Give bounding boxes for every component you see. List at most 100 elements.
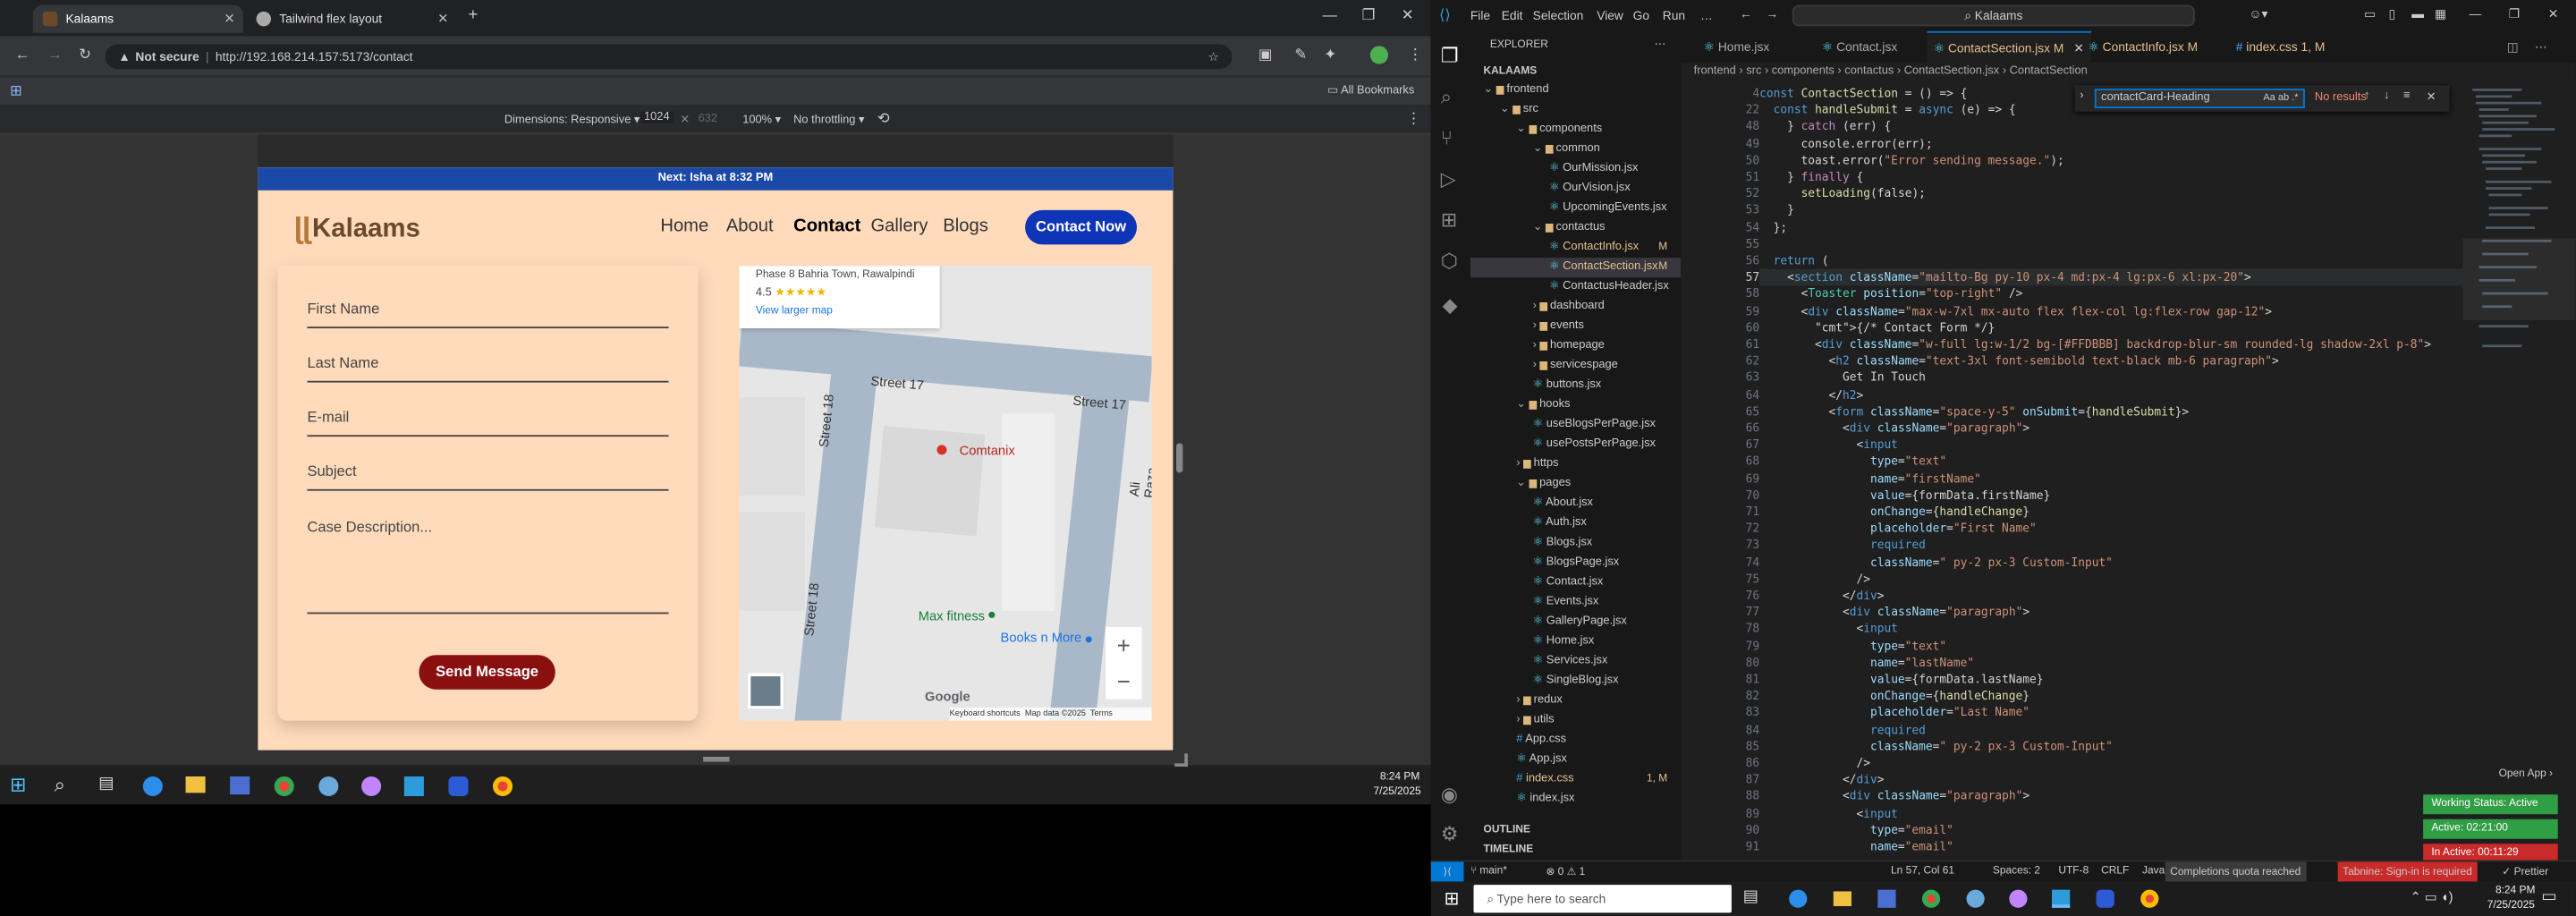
completions-quota[interactable]: Completions quota reached (2165, 861, 2306, 884)
run-debug-icon[interactable]: ▷ (1441, 167, 1456, 191)
layout-icon[interactable]: ▭ (2364, 6, 2376, 21)
cursor-position[interactable]: Ln 57, Col 61 (1891, 865, 1954, 877)
github-icon[interactable] (2009, 889, 2028, 908)
tab-index-css[interactable]: # index.css 1, M (2229, 31, 2331, 63)
account-icon[interactable]: ◉ (1441, 783, 1458, 806)
extensions-icon[interactable]: ⊞ (1441, 208, 1457, 232)
embedded-map[interactable]: Phase 8 Bahria Town, Rawalpindi 4.5 ★★★★… (739, 266, 1152, 721)
tree-item[interactable]: ⚛ About.jsx (1470, 494, 1681, 513)
tree-item[interactable]: ⚛ Events.jsx (1470, 592, 1681, 612)
problems-count[interactable]: ⊗ 0 ⚠ 1 (1546, 865, 1585, 878)
menu-view[interactable]: View (1597, 8, 1623, 23)
nav-home[interactable]: Home (660, 216, 708, 236)
explorer-icon[interactable]: ❐ (1441, 45, 1459, 68)
zoom-app-icon[interactable] (448, 776, 469, 797)
close-tab-icon[interactable]: ✕ (224, 12, 234, 27)
explorer-more-icon[interactable]: ⋯ (1655, 38, 1666, 51)
toggle-sidebar-icon[interactable]: ▯ (2389, 6, 2396, 21)
tree-item[interactable]: › ▆ homepage (1470, 336, 1681, 356)
tree-item[interactable]: ⚛ Home.jsx (1470, 632, 1681, 652)
new-tab-icon[interactable]: + (468, 6, 478, 24)
task-view-icon[interactable]: ▤ (98, 775, 114, 793)
zoom-in-button[interactable]: + (1106, 627, 1142, 664)
tree-item[interactable]: ⚛ usePostsPerPage.jsx (1470, 435, 1681, 454)
tree-item[interactable]: ⚛ Auth.jsx (1470, 513, 1681, 533)
tree-item[interactable]: ⚛ ContactSection.jsx M (1470, 258, 1681, 278)
notifications-icon[interactable]: ▭ (2541, 888, 2556, 906)
terms-link[interactable]: Terms (1090, 709, 1113, 719)
system-tray-icons[interactable]: ⌃ ▭ ◖) (2410, 890, 2453, 905)
nav-blogs[interactable]: Blogs (943, 216, 988, 236)
app-icon[interactable] (1966, 889, 1985, 908)
swap-icon[interactable]: ✕ (680, 114, 690, 126)
view-larger-map-link[interactable]: View larger map (756, 305, 923, 317)
last-name-field[interactable]: Last Name (307, 354, 669, 383)
tree-item[interactable]: ⚛ App.jsx (1470, 751, 1681, 770)
find-input[interactable]: contactCard-Heading Aa ab .* (2094, 89, 2305, 109)
edge-icon[interactable] (1789, 889, 1808, 908)
gear-icon[interactable]: ⚙ (1441, 822, 1459, 845)
tree-item[interactable]: ⚛ Blogs.jsx (1470, 533, 1681, 553)
all-bookmarks-link[interactable]: ▭ All Bookmarks (1327, 84, 1414, 97)
tree-item[interactable]: ⌄ ▆ contactus (1470, 218, 1681, 238)
devtools-menu-icon[interactable]: ⋮ (1406, 110, 1421, 128)
file-explorer-icon[interactable] (185, 776, 206, 793)
git-branch[interactable]: ⑂ main* (1470, 865, 1507, 877)
toggle-panel-icon[interactable]: ▬ (2411, 6, 2424, 21)
back-icon[interactable]: ← (15, 46, 30, 62)
tabnine-status[interactable]: Tabnine: Sign-in is required (2337, 861, 2478, 884)
tree-item[interactable]: › ▆ redux (1470, 691, 1681, 711)
prettier-status[interactable]: ✓ Prettier (2502, 865, 2548, 878)
encoding[interactable]: UTF-8 (2058, 865, 2089, 877)
zoom-select[interactable]: 100% ▾ (742, 114, 781, 126)
tree-item[interactable]: ⌄ ▆ components (1470, 120, 1681, 140)
resize-corner-handle[interactable] (1174, 753, 1188, 767)
email-field[interactable]: E-mail (307, 409, 669, 437)
vscode-icon[interactable] (403, 776, 424, 797)
tree-item[interactable]: ⌄ ▆ pages (1470, 474, 1681, 494)
apps-grid-icon[interactable]: ⊞ (10, 82, 22, 100)
satellite-toggle[interactable] (747, 673, 784, 709)
tree-item[interactable]: ⚛ OurMission.jsx (1470, 159, 1681, 179)
forward-icon[interactable]: → (47, 46, 63, 62)
tree-item[interactable]: › ▆ utils (1470, 711, 1681, 731)
tree-item[interactable]: ⚛ buttons.jsx (1470, 376, 1681, 395)
tree-item[interactable]: ⌄ ▆ hooks (1470, 395, 1681, 415)
breadcrumb[interactable]: frontend › src › components › contactus … (1681, 63, 2576, 82)
tree-item[interactable]: › ▆ https (1470, 454, 1681, 474)
height-input[interactable]: 632 (699, 114, 717, 125)
map-pin-icon[interactable]: ● (935, 435, 949, 461)
dimensions-select[interactable]: Dimensions: Responsive ▾ (504, 114, 640, 126)
tree-item[interactable]: ⚛ BlogsPage.jsx (1470, 553, 1681, 572)
keyboard-shortcuts-link[interactable]: Keyboard shortcuts (950, 709, 1021, 719)
menu-selection[interactable]: Selection (1533, 8, 1584, 23)
tree-item[interactable]: ⌄ ▆ common (1470, 140, 1681, 159)
tree-item[interactable]: › ▆ events (1470, 317, 1681, 336)
tree-item[interactable]: ⚛ ContactusHeader.jsx (1470, 277, 1681, 297)
profile-avatar[interactable] (1369, 46, 1389, 64)
tree-item[interactable]: ⚛ Services.jsx (1470, 652, 1681, 672)
edge-icon[interactable] (142, 776, 163, 797)
tab-contactsection-jsx[interactable]: ⚛ ContactSection.jsx M ✕ (1927, 30, 2091, 63)
throttle-select[interactable]: No throttling ▾ (793, 114, 864, 126)
chrome-icon[interactable] (274, 776, 294, 797)
chrome-icon-2[interactable] (493, 776, 513, 797)
open-app-link[interactable]: Open App › (2499, 768, 2553, 780)
close-window-icon[interactable]: ✕ (1402, 6, 1414, 24)
close-tab-icon[interactable]: ✕ (437, 12, 448, 27)
restore-icon[interactable]: ❐ (2509, 6, 2520, 21)
close-find-icon[interactable]: ✕ (2427, 90, 2436, 104)
chrome-icon-2[interactable] (2140, 889, 2159, 908)
indentation[interactable]: Spaces: 2 (1993, 865, 2040, 877)
tree-item[interactable]: ⚛ OurVision.jsx (1470, 179, 1681, 199)
windows-start-icon[interactable]: ⊞ (1444, 888, 1459, 910)
address-bar[interactable]: ▲ Not secure | http://192.168.214.157:51… (105, 44, 1233, 70)
outline-section[interactable]: OUTLINE (1484, 824, 1530, 835)
tree-item[interactable]: ⚛ ContactInfo.jsx M (1470, 238, 1681, 258)
chrome-icon[interactable] (1921, 889, 1941, 908)
menu-more[interactable]: … (1700, 8, 1713, 23)
store-icon[interactable] (230, 776, 250, 795)
toggle-replace-icon[interactable]: › (2080, 90, 2083, 102)
tree-item[interactable]: › ▆ dashboard (1470, 297, 1681, 317)
workspace-root[interactable]: KALAAMS (1484, 65, 1538, 77)
